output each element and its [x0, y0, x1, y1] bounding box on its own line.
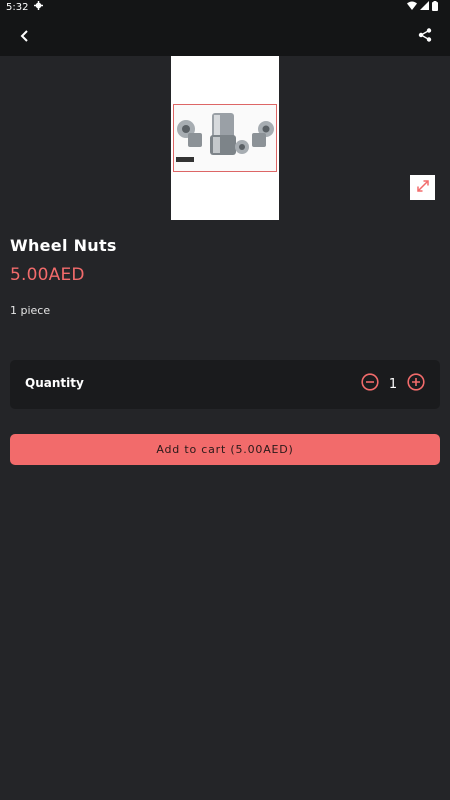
share-icon: [418, 27, 432, 46]
app-bar: [0, 14, 450, 56]
expand-icon: [416, 178, 430, 197]
quantity-value: 1: [388, 376, 398, 392]
quantity-stepper: 1: [360, 373, 426, 395]
product-image[interactable]: [171, 56, 279, 220]
decrease-quantity-button[interactable]: [360, 373, 380, 395]
expand-image-button[interactable]: [410, 175, 435, 200]
wifi-icon: [407, 1, 417, 13]
signal-icon: [420, 1, 429, 13]
battery-icon: [432, 0, 438, 14]
status-left: 5:32: [6, 1, 44, 13]
quantity-label: Quantity: [25, 376, 84, 390]
settings-gear-icon: [34, 1, 44, 13]
add-to-cart-button[interactable]: Add to cart (5.00AED): [10, 434, 440, 465]
product-unit: 1 piece: [10, 304, 51, 317]
status-right: [407, 0, 438, 14]
product-price: 5.00AED: [10, 265, 85, 285]
status-bar: 5:32: [0, 0, 450, 14]
minus-circle-icon: [361, 373, 379, 395]
status-time: 5:32: [6, 1, 29, 13]
back-button[interactable]: [12, 23, 38, 49]
increase-quantity-button[interactable]: [406, 373, 426, 395]
product-photo: [173, 104, 277, 172]
plus-circle-icon: [407, 373, 425, 395]
share-button[interactable]: [412, 23, 438, 49]
back-arrow-icon: [19, 27, 31, 46]
quantity-card: Quantity 1: [10, 360, 440, 409]
product-title: Wheel Nuts: [10, 236, 117, 255]
